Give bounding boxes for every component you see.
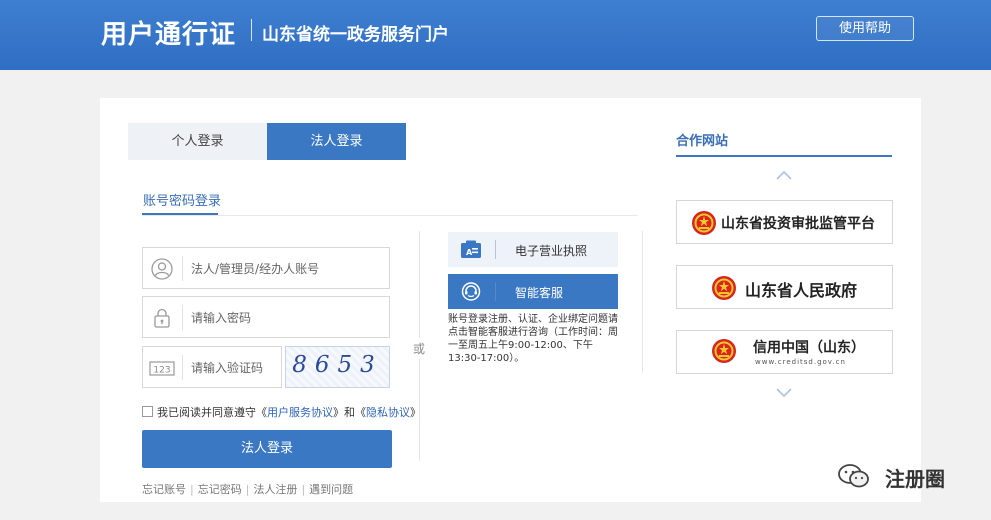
problem-link[interactable]: 遇到问题	[309, 483, 353, 496]
app-subtitle: 山东省统一政务服务门户	[262, 25, 449, 45]
smart-service-label: 智能客服	[515, 286, 564, 300]
national-emblem-icon	[712, 276, 736, 300]
service-divider-line	[642, 231, 643, 373]
partner-site-name: 山东省人民政府	[745, 281, 858, 300]
privacy-agreement-link[interactable]: 隐私协议	[366, 406, 410, 419]
help-button[interactable]: 使用帮助	[816, 16, 914, 41]
captcha-image[interactable]: 8653	[285, 346, 390, 388]
agreement-row: 我已阅读并同意遵守《用户服务协议》和《隐私协议》	[142, 404, 421, 420]
title-divider	[251, 19, 252, 41]
service-separator	[495, 240, 496, 259]
electronic-license-label: 电子营业执照	[515, 244, 588, 258]
watermark-text: 注册圈	[885, 467, 945, 491]
legal-login-button[interactable]: 法人登录	[142, 430, 392, 468]
tab-personal-login[interactable]: 个人登录	[128, 123, 267, 160]
partner-site-shandong-government[interactable]: 山东省人民政府	[676, 265, 893, 309]
svg-text:123: 123	[153, 366, 170, 376]
tab-password-login[interactable]: 账号密码登录	[143, 190, 221, 209]
forgot-account-link[interactable]: 忘记账号	[142, 483, 186, 496]
service-note: 账号登录注册、认证、企业绑定问题请点击智能客服进行咨询（工作时间：周一至周五上午…	[448, 314, 618, 364]
captcha-input[interactable]	[191, 357, 283, 379]
login-type-tabs: 个人登录 法人登录	[128, 123, 406, 160]
or-label: 或	[413, 338, 426, 359]
svg-text:A: A	[466, 248, 473, 257]
partner-site-url: www.creditsd.gov.cn	[755, 358, 846, 366]
chevron-down-icon[interactable]	[776, 388, 792, 398]
partner-sites-title: 合作网站	[676, 134, 729, 149]
tab-legal-login[interactable]: 法人登录	[267, 123, 406, 160]
national-emblem-icon	[712, 339, 736, 363]
field-separator	[182, 355, 183, 380]
field-separator	[182, 256, 183, 281]
wechat-icon	[838, 464, 869, 488]
captcha-123-icon: 123	[149, 361, 175, 376]
partner-site-name: 信用中国（山东）	[753, 340, 865, 356]
chevron-up-icon[interactable]	[776, 170, 792, 180]
login-card: 个人登录 法人登录 账号密码登录 123 8653	[100, 98, 921, 502]
service-separator	[495, 282, 496, 301]
partner-site-credit-china-shandong[interactable]: 信用中国（山东） www.creditsd.gov.cn	[676, 330, 893, 374]
password-input[interactable]	[191, 307, 381, 329]
national-emblem-icon	[692, 211, 716, 235]
partner-title-underline	[676, 155, 892, 157]
electronic-license-button[interactable]: A 电子营业执照	[448, 232, 618, 267]
agree-checkbox[interactable]	[142, 406, 153, 417]
account-field	[142, 247, 390, 289]
captcha-code: 8653	[292, 352, 383, 378]
license-icon: A	[461, 240, 481, 258]
account-input[interactable]	[191, 258, 381, 280]
customer-service-icon	[461, 282, 481, 301]
legal-register-link[interactable]: 法人注册	[253, 483, 297, 496]
help-links: 忘记账号 | 忘记密码 | 法人注册 | 遇到问题	[142, 481, 353, 497]
subtab-divider	[142, 215, 638, 216]
field-separator	[182, 305, 183, 330]
agree-prefix: 我已阅读并同意遵守《	[157, 406, 267, 419]
page-header: 用户通行证 山东省统一政务服务门户 使用帮助	[0, 0, 991, 70]
agree-mid: 》和《	[333, 406, 366, 419]
forgot-password-link[interactable]: 忘记密码	[198, 483, 242, 496]
captcha-field: 123	[142, 346, 283, 388]
lock-icon	[154, 308, 170, 328]
smart-service-button[interactable]: 智能客服	[448, 274, 618, 309]
partner-site-name: 山东省投资审批监管平台	[721, 216, 875, 232]
password-field	[142, 296, 390, 338]
link-separator: |	[245, 483, 250, 496]
link-separator: |	[301, 483, 306, 496]
app-title: 用户通行证	[101, 20, 237, 50]
user-icon	[151, 258, 173, 280]
partner-site-investment-platform[interactable]: 山东省投资审批监管平台	[676, 200, 893, 244]
link-separator: |	[190, 483, 194, 496]
service-agreement-link[interactable]: 用户服务协议	[267, 406, 333, 419]
